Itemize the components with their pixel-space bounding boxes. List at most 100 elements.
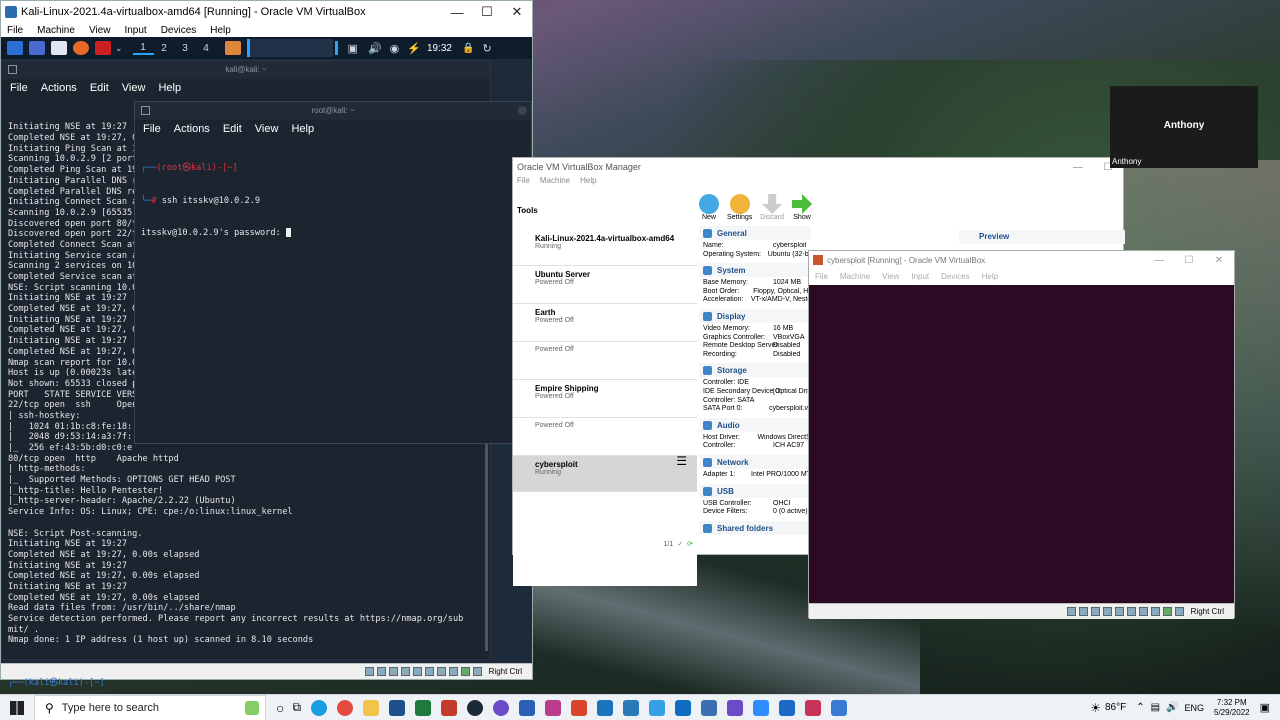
windows-start-button[interactable] — [0, 695, 34, 720]
cyber-vm-screen[interactable] — [809, 285, 1234, 603]
powerpoint-icon[interactable] — [571, 699, 588, 716]
settings-icon[interactable] — [831, 699, 848, 716]
app-icon[interactable] — [493, 699, 510, 716]
shared-folder-icon[interactable] — [1126, 607, 1136, 616]
detail-section-header[interactable]: Shared folders — [699, 520, 811, 535]
edge-icon[interactable] — [311, 699, 328, 716]
vbm-menu-machine[interactable]: Machine — [540, 176, 570, 192]
term1-menu-edit[interactable]: Edit — [90, 82, 109, 94]
network-icon[interactable] — [1102, 607, 1112, 616]
root-password-line[interactable]: itsskv@10.0.2.9's password: — [141, 227, 525, 239]
audio-icon[interactable] — [1090, 607, 1100, 616]
maximize-icon[interactable]: ☐ — [1174, 255, 1204, 266]
outlook-icon[interactable] — [779, 699, 796, 716]
terminal-launcher-icon[interactable] — [95, 41, 111, 55]
term1-menu-file[interactable]: File — [10, 82, 28, 94]
menu-devices[interactable]: Devices — [161, 25, 197, 36]
file-explorer-icon[interactable] — [363, 699, 380, 716]
cy-menu-file[interactable]: File — [815, 272, 828, 281]
firefox-icon[interactable] — [73, 41, 89, 55]
vm-list-item[interactable]: Kali-Linux-2021.4a-virtualbox-amd64 Runni… — [513, 230, 697, 266]
vbm-titlebar[interactable]: Oracle VM VirtualBox Manager — ☐ — [513, 158, 1123, 176]
weather-icon[interactable]: ☀ — [1090, 701, 1101, 715]
azure-icon[interactable] — [623, 699, 640, 716]
term1-menu-view[interactable]: View — [122, 82, 146, 94]
terminal-scrollbar[interactable] — [485, 441, 488, 651]
hdd-icon[interactable] — [1066, 607, 1076, 616]
menu-view[interactable]: View — [89, 25, 111, 36]
steam-icon[interactable] — [467, 699, 484, 716]
chevron-down-icon[interactable]: ⌄ — [115, 43, 123, 54]
detail-section-header[interactable]: General — [699, 226, 811, 240]
logout-icon[interactable]: ↻ — [482, 42, 491, 55]
app2-icon[interactable] — [649, 699, 666, 716]
term2-menu-edit[interactable]: Edit — [223, 123, 242, 135]
term1-menu-help[interactable]: Help — [158, 82, 181, 94]
desktop-icon[interactable] — [29, 41, 45, 55]
cy-menu-devices[interactable]: Devices — [941, 272, 969, 281]
maximize-icon[interactable]: ☐ — [472, 4, 502, 20]
cortana-icon[interactable]: ○ — [276, 700, 284, 716]
chrome-icon[interactable] — [337, 699, 354, 716]
term2-menu-help[interactable]: Help — [291, 123, 314, 135]
usb-icon[interactable] — [1114, 607, 1124, 616]
detail-section-header[interactable]: Network — [699, 454, 811, 469]
preview-header[interactable]: Preview — [959, 230, 1125, 244]
vbm-menu-file[interactable]: File — [517, 176, 530, 192]
vscode-icon[interactable] — [675, 699, 692, 716]
recorder-icon[interactable] — [805, 699, 822, 716]
menu-machine[interactable]: Machine — [37, 25, 75, 36]
settings-button[interactable]: Settings — [727, 194, 752, 221]
cy-menu-machine[interactable]: Machine — [840, 272, 870, 281]
task-view-icon[interactable]: ⧉ — [292, 700, 301, 715]
vm-menu-icon[interactable]: ☰ — [676, 454, 687, 468]
detail-section-header[interactable]: Storage — [699, 363, 811, 378]
power-icon[interactable]: ⚡ — [407, 42, 421, 55]
minimize-icon[interactable]: — — [1063, 162, 1093, 173]
vm-list-item[interactable]: Ubuntu Server Powered Off — [513, 266, 697, 304]
taskbar-search-box[interactable]: ⚲ Type here to search — [34, 694, 266, 720]
office-icon[interactable] — [441, 699, 458, 716]
close-icon[interactable]: ✕ — [502, 4, 532, 20]
vm-list-item[interactable]: Powered Off — [513, 418, 697, 456]
menu-file[interactable]: File — [7, 25, 23, 36]
menu-help[interactable]: Help — [210, 25, 231, 36]
vm-list-item-selected[interactable]: cybersploit Running ☰ — [513, 454, 697, 492]
notification-center-icon[interactable]: ▣ — [1260, 701, 1270, 714]
cpu-icon[interactable] — [1162, 607, 1172, 616]
temperature[interactable]: 86°F — [1105, 702, 1126, 713]
vm-list-item[interactable]: Earth Powered Off — [513, 304, 697, 342]
tray-chevron-icon[interactable]: ⌃ — [1136, 702, 1144, 713]
detail-section-header[interactable]: System — [699, 263, 811, 278]
word-icon[interactable] — [519, 699, 536, 716]
optical-icon[interactable] — [1078, 607, 1088, 616]
term2-menu-file[interactable]: File — [143, 123, 161, 135]
cy-menu-view[interactable]: View — [882, 272, 899, 281]
xbox-icon[interactable] — [415, 699, 432, 716]
workspace-2[interactable]: 2 — [154, 43, 175, 54]
onenote-icon[interactable] — [727, 699, 744, 716]
zoom-icon[interactable] — [753, 699, 770, 716]
minimize-icon[interactable]: — — [1144, 255, 1174, 266]
vm-list-item[interactable]: Empire Shipping Powered Off — [513, 380, 697, 418]
workspace-4[interactable]: 4 — [196, 43, 217, 54]
slack-icon[interactable] — [545, 699, 562, 716]
terminal-kali-titlebar[interactable]: kali@kali: ~ — [2, 61, 490, 79]
kali-menu-icon[interactable] — [7, 41, 23, 55]
cy-menu-input[interactable]: Input — [911, 272, 929, 281]
terminal-root[interactable]: root@kali: ~ File Actions Edit View Help… — [134, 101, 532, 444]
snapshot-icon[interactable]: ✓ — [677, 540, 683, 548]
recording-icon[interactable] — [1150, 607, 1160, 616]
virtualbox-taskbar-icon[interactable] — [701, 699, 718, 716]
refresh-icon[interactable]: ⟳ — [687, 540, 693, 548]
notification-icon[interactable]: ◉ — [390, 42, 400, 55]
mouse-integration-icon[interactable] — [1174, 607, 1184, 616]
detail-section-header[interactable]: Audio — [699, 417, 811, 432]
workspace-3[interactable]: 3 — [175, 43, 196, 54]
close-icon[interactable] — [518, 106, 527, 115]
vbm-menu-help[interactable]: Help — [580, 176, 596, 192]
cyber-titlebar[interactable]: cybersploit [Running] - Oracle VM Virtua… — [809, 251, 1234, 269]
cy-menu-help[interactable]: Help — [982, 272, 998, 281]
close-icon[interactable]: ✕ — [1204, 255, 1234, 266]
volume-tray-icon[interactable]: 🔊 — [1166, 702, 1178, 713]
